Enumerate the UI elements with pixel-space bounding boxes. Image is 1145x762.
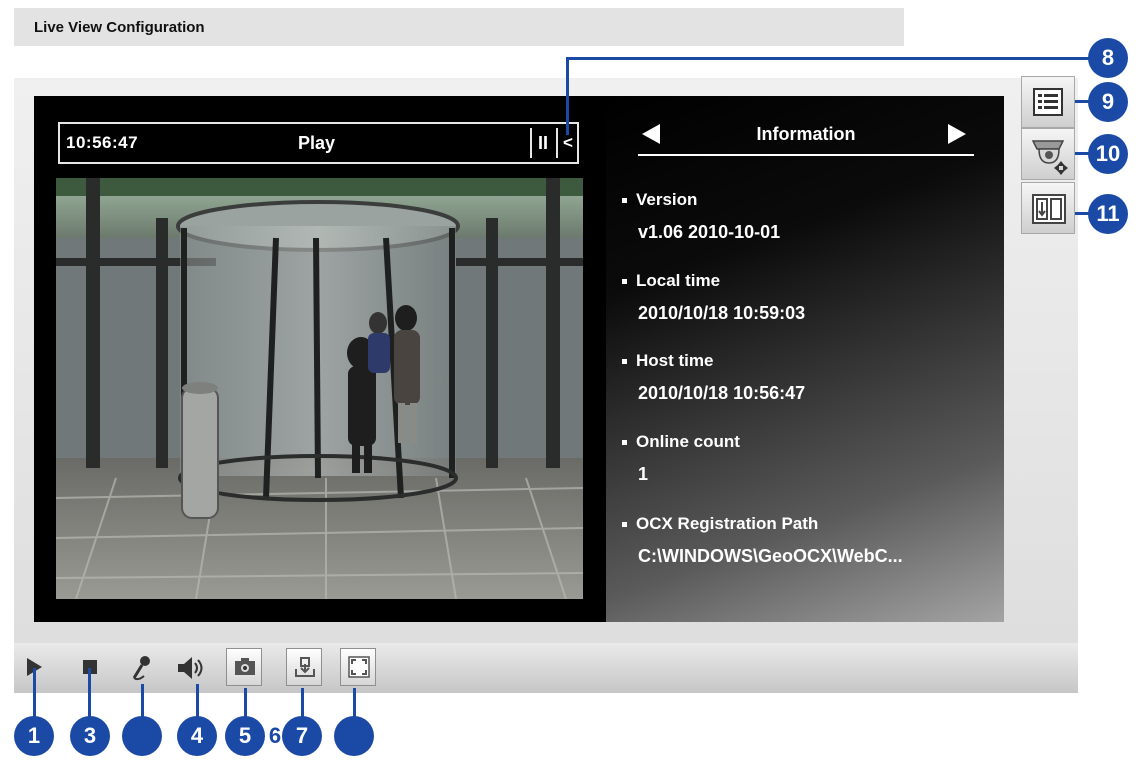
fullscreen-button[interactable] bbox=[340, 648, 376, 686]
speaker-button[interactable] bbox=[170, 648, 206, 686]
info-item-local-time: Local time 2010/10/18 10:59:03 bbox=[622, 271, 805, 324]
io-icon bbox=[1032, 194, 1066, 224]
play-status-bar: 10:56:47 Play II < bbox=[58, 122, 579, 164]
callout-3: 3 bbox=[70, 716, 110, 756]
callout-10: 10 bbox=[1088, 134, 1128, 174]
snapshot-button[interactable] bbox=[226, 648, 262, 686]
microphone-icon bbox=[132, 656, 150, 681]
info-panel-title: Information bbox=[756, 124, 856, 144]
speaker-icon bbox=[178, 657, 203, 679]
callout-8: 8 bbox=[1088, 38, 1128, 78]
pause-button[interactable]: II bbox=[530, 128, 554, 158]
callout-blank bbox=[334, 716, 374, 756]
callout-11: 11 bbox=[1088, 194, 1128, 234]
video-feed[interactable] bbox=[56, 178, 583, 599]
callout-4: 4 bbox=[177, 716, 217, 756]
callout-9: 9 bbox=[1088, 82, 1128, 122]
save-icon bbox=[295, 657, 315, 677]
ptz-control-button[interactable] bbox=[1021, 128, 1075, 180]
ptz-camera-icon bbox=[1031, 140, 1068, 175]
callout-leader bbox=[353, 688, 356, 718]
callout-1: 1 bbox=[14, 716, 54, 756]
callout-blank bbox=[122, 716, 162, 756]
microphone-button[interactable] bbox=[122, 648, 158, 686]
save-recording-button[interactable] bbox=[286, 648, 322, 686]
info-list-button[interactable] bbox=[1021, 76, 1075, 128]
info-label: Local time bbox=[622, 271, 805, 291]
info-next-arrow-icon[interactable] bbox=[948, 124, 966, 144]
fullscreen-icon bbox=[348, 656, 370, 678]
stream-time: 10:56:47 bbox=[66, 133, 139, 152]
callout-leader bbox=[33, 668, 36, 718]
info-label: Host time bbox=[622, 351, 805, 371]
page-title: Live View Configuration bbox=[34, 19, 205, 36]
info-value: C:\WINDOWS\GeoOCX\WebC... bbox=[638, 546, 903, 566]
callout-leader bbox=[244, 688, 247, 718]
info-item-host-time: Host time 2010/10/18 10:56:47 bbox=[622, 351, 805, 404]
list-icon bbox=[1033, 88, 1063, 116]
callout-leader bbox=[566, 57, 569, 135]
info-label: Version bbox=[622, 190, 780, 210]
callout-leader bbox=[196, 684, 199, 718]
info-label: Online count bbox=[622, 432, 740, 452]
info-value: 2010/10/18 10:59:03 bbox=[638, 303, 806, 323]
info-label: OCX Registration Path bbox=[622, 514, 903, 534]
info-value: 1 bbox=[638, 464, 649, 484]
page-header: Live View Configuration bbox=[14, 8, 904, 46]
info-item-ocx-path: OCX Registration Path C:\WINDOWS\GeoOCX\… bbox=[622, 514, 903, 567]
callout-7: 7 bbox=[282, 716, 322, 756]
callout-leader bbox=[566, 57, 1096, 60]
callout-leader bbox=[301, 688, 304, 718]
callout-leader bbox=[141, 684, 144, 718]
info-item-version: Version v1.06 2010-10-01 bbox=[622, 190, 780, 243]
info-value: 2010/10/18 10:56:47 bbox=[638, 383, 806, 403]
io-control-button[interactable] bbox=[1021, 182, 1075, 234]
info-value: v1.06 2010-10-01 bbox=[638, 222, 781, 242]
callout-leader bbox=[88, 668, 91, 718]
info-panel-header: Information bbox=[638, 118, 974, 156]
info-item-online-count: Online count 1 bbox=[622, 432, 740, 485]
snapshot-icon bbox=[235, 658, 255, 675]
stream-state: Play bbox=[298, 133, 336, 153]
